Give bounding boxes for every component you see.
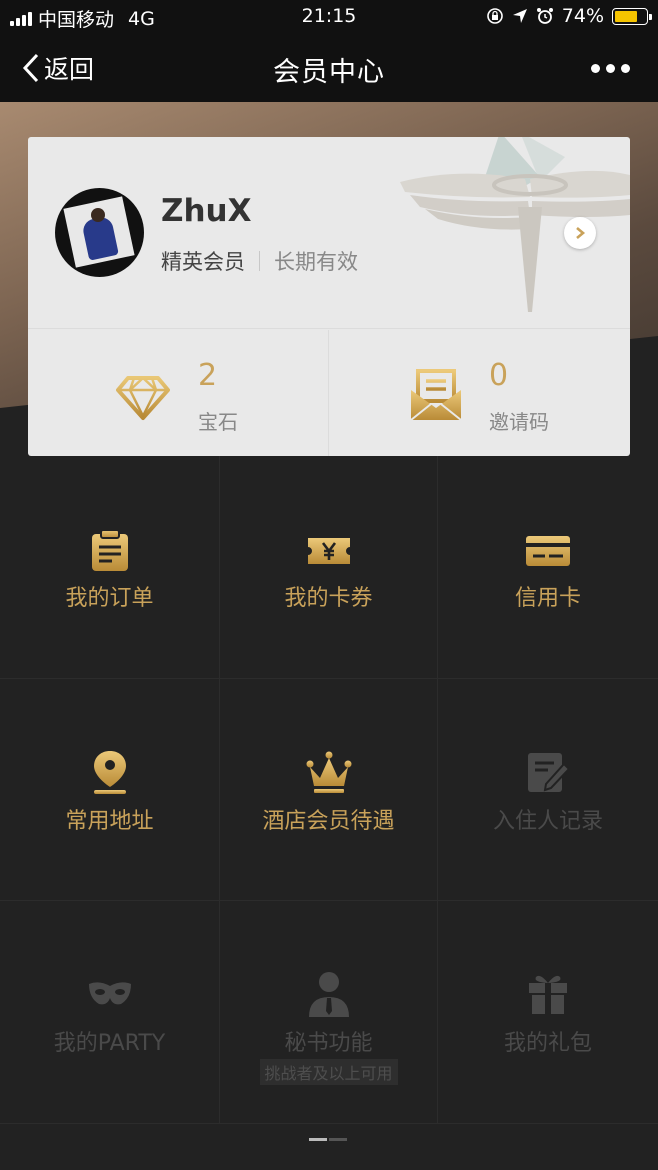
invite-code-label: 邀请码 <box>489 410 549 434</box>
member-detail-button[interactable] <box>564 217 596 249</box>
membership-level: 精英会员 <box>161 250 245 274</box>
mask-icon <box>87 971 133 1017</box>
rotation-lock-icon <box>486 8 503 24</box>
membership-validity: 长期有效 <box>274 250 358 274</box>
page-dot <box>329 1138 347 1141</box>
grid-item-credit-card[interactable]: 信用卡 <box>438 456 658 679</box>
invite-code-stat[interactable]: 0 邀请码 <box>329 330 630 456</box>
member-card-header[interactable]: ZhuX 精英会员 长期有效 <box>28 137 630 329</box>
username: ZhuX <box>161 193 252 229</box>
page-title: 会员中心 <box>273 57 385 88</box>
divider <box>259 251 260 271</box>
battery-fill <box>615 10 638 22</box>
grid-item-my-orders[interactable]: 我的订单 <box>0 456 220 679</box>
edit-note-icon <box>525 749 571 795</box>
grid-item-my-party[interactable]: 我的PARTY <box>0 901 220 1124</box>
invite-code-count: 0 <box>489 358 509 393</box>
grid-label: 我的卡券 <box>284 586 373 611</box>
nav-bar: 返回 会员中心 <box>0 34 658 102</box>
location-arrow-icon <box>512 9 527 23</box>
grid-label: 酒店会员待遇 <box>262 809 395 834</box>
page-dot-active <box>309 1138 327 1141</box>
avatar-head <box>91 208 105 222</box>
feature-grid: 我的订单 我的卡券 信用卡 常用地址 酒店会员待遇 入住人记录 我的PARTY … <box>0 456 658 1124</box>
location-pin-icon <box>87 749 133 795</box>
grid-item-my-gifts[interactable]: 我的礼包 <box>438 901 658 1124</box>
gems-count: 2 <box>198 358 218 393</box>
grid-label: 我的PARTY <box>53 1031 166 1056</box>
grid-label: 常用地址 <box>65 809 154 834</box>
more-dot-icon <box>591 64 600 73</box>
avatar[interactable] <box>55 188 144 277</box>
gift-icon <box>525 971 571 1017</box>
grid-item-guest-records[interactable]: 入住人记录 <box>438 679 658 901</box>
envelope-icon <box>410 369 462 421</box>
page-indicator <box>309 1138 347 1141</box>
bottom-bar <box>0 1124 658 1170</box>
more-dot-icon <box>621 64 630 73</box>
gems-label: 宝石 <box>198 410 238 434</box>
grid-label: 秘书功能 <box>284 1031 373 1056</box>
status-bar: 中国移动 4G 21:15 74% <box>0 0 658 34</box>
ticket-icon <box>306 528 352 574</box>
more-button[interactable] <box>591 64 630 73</box>
credit-card-icon <box>525 528 571 574</box>
membership-info: 精英会员 长期有效 <box>161 246 358 276</box>
gems-stat[interactable]: 2 宝石 <box>28 330 329 456</box>
battery-percent: 74% <box>561 5 604 27</box>
member-stats: 2 宝石 0 邀请码 <box>28 330 630 456</box>
grid-label: 我的订单 <box>65 586 154 611</box>
grid-label: 入住人记录 <box>492 809 603 834</box>
crown-icon <box>306 749 352 795</box>
battery-icon <box>612 7 652 25</box>
status-right: 74% <box>486 5 652 27</box>
grid-item-addresses[interactable]: 常用地址 <box>0 679 220 901</box>
grid-label: 信用卡 <box>514 586 581 611</box>
availability-note: 挑战者及以上可用 <box>259 1059 398 1085</box>
clipboard-icon <box>87 528 133 574</box>
grid-item-hotel-benefits[interactable]: 酒店会员待遇 <box>220 679 438 901</box>
secretary-icon <box>306 971 352 1017</box>
grid-label: 我的礼包 <box>503 1031 592 1056</box>
grid-item-my-coupons[interactable]: 我的卡券 <box>220 456 438 679</box>
alarm-icon <box>536 8 553 24</box>
grid-item-secretary[interactable]: 秘书功能 挑战者及以上可用 <box>220 901 438 1124</box>
more-dot-icon <box>606 64 615 73</box>
member-card: ZhuX 精英会员 长期有效 2 宝石 0 邀请码 <box>28 137 630 456</box>
chevron-right-icon <box>576 227 586 239</box>
diamond-icon <box>116 376 170 420</box>
